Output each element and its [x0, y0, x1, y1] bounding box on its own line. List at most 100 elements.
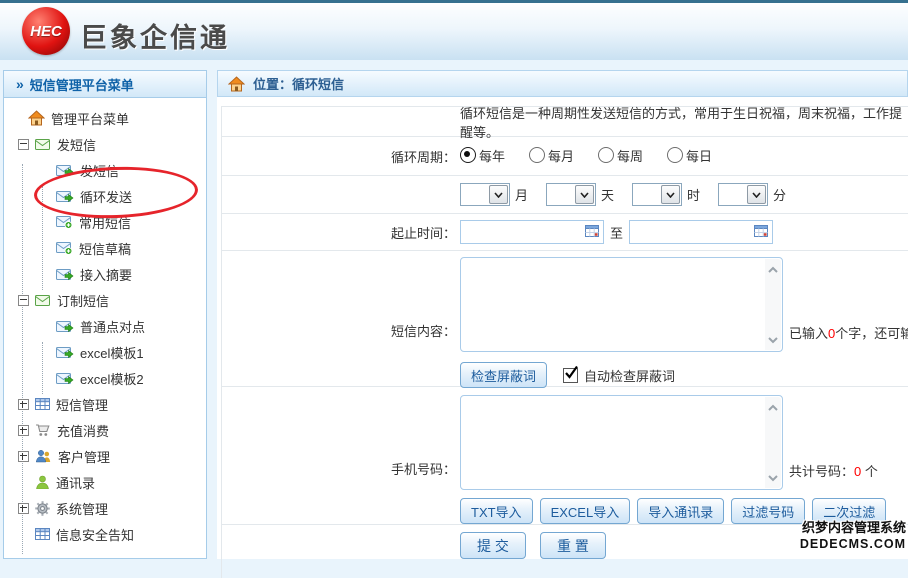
sidebar-item-label: 发短信	[57, 135, 96, 154]
sidebar-item[interactable]: 通讯录	[4, 469, 206, 495]
scroll-down-icon[interactable]	[767, 470, 779, 485]
textarea-scrollbar[interactable]	[765, 259, 781, 350]
app-header: HEC 巨象企信通	[0, 3, 908, 60]
scroll-up-icon[interactable]	[767, 262, 779, 277]
sidebar-item[interactable]: excel模板2	[4, 365, 206, 391]
time-unit-label: 时	[687, 185, 700, 204]
start-date-input[interactable]	[460, 220, 604, 244]
sidebar-item-label: 充值消费	[57, 421, 109, 440]
sidebar-tree: 管理平台菜单发短信发短信循环发送常用短信短信草稿接入摘要订制短信普通点对点exc…	[4, 98, 206, 547]
tree-plus-icon[interactable]	[18, 503, 29, 514]
checkmark-icon	[564, 365, 579, 380]
sidebar-item[interactable]: 发短信	[4, 131, 206, 157]
date-range-label: 起止时间：	[222, 223, 456, 242]
tree-minus-icon[interactable]	[18, 295, 29, 306]
sidebar-item-label: 短信管理	[56, 395, 108, 414]
breadcrumb: 位置：循环短信	[217, 70, 908, 97]
sidebar-item[interactable]: 信息安全告知	[4, 521, 206, 547]
calendar-icon[interactable]	[754, 224, 768, 240]
cycle-period-row: 循环周期： 每年每月每周每日	[222, 137, 908, 176]
envelope-arrow-icon	[56, 164, 74, 177]
sidebar-item[interactable]: 管理平台菜单	[4, 105, 206, 131]
sidebar-item[interactable]: 客户管理	[4, 443, 206, 469]
time-unit-label: 月	[515, 185, 528, 204]
radio-icon[interactable]	[598, 147, 614, 163]
filter-numbers-button[interactable]: 过滤号码	[731, 498, 805, 524]
scroll-up-icon[interactable]	[767, 400, 779, 415]
excel-import-button[interactable]: EXCEL导入	[540, 498, 631, 524]
sidebar-item-label: excel模板2	[80, 369, 144, 388]
envelope-plus-icon	[56, 215, 73, 229]
sidebar-item[interactable]: 充值消费	[4, 417, 206, 443]
time-select-1[interactable]	[460, 183, 510, 206]
submit-button[interactable]: 提 交	[460, 532, 526, 559]
users-icon	[35, 449, 52, 463]
import-contacts-button[interactable]: 导入通讯录	[637, 498, 724, 524]
sidebar-item-label: 通讯录	[56, 473, 95, 492]
envelope-plus-icon	[56, 241, 73, 255]
select-arrow-icon[interactable]	[661, 185, 680, 204]
radio-icon[interactable]	[667, 147, 683, 163]
sidebar-item[interactable]: excel模板1	[4, 339, 206, 365]
phone-numbers-row: 手机号码： 共计号码：0 个 TXT导入EXCEL导入导入通讯录过滤号码二次过滤	[222, 387, 908, 525]
envelope-icon	[35, 138, 51, 151]
radio-selected-icon[interactable]	[460, 147, 476, 163]
sidebar-item[interactable]: 短信管理	[4, 391, 206, 417]
sms-content-textarea[interactable]	[460, 257, 783, 352]
scroll-down-icon[interactable]	[767, 332, 779, 347]
table-icon	[35, 398, 50, 410]
intro-text: 循环短信是一种周期性发送短信的方式，常用于生日祝福，周末祝福，工作提醒等。	[460, 103, 908, 141]
sidebar-item[interactable]: 系统管理	[4, 495, 206, 521]
breadcrumb-label: 位置：循环短信	[253, 74, 344, 93]
time-select-3[interactable]	[632, 183, 682, 206]
txt-import-button[interactable]: TXT导入	[460, 498, 533, 524]
cycle-radio-1[interactable]: 每年	[460, 146, 505, 165]
time-select-4[interactable]	[718, 183, 768, 206]
end-date-input[interactable]	[629, 220, 773, 244]
select-arrow-icon[interactable]	[575, 185, 594, 204]
cycle-sms-form: 循环短信是一种周期性发送短信的方式，常用于生日祝福，周末祝福，工作提醒等。 循环…	[221, 106, 908, 578]
time-select-row: 月天时分	[222, 176, 908, 214]
sidebar-item[interactable]: 短信草稿	[4, 235, 206, 261]
time-select-2[interactable]	[546, 183, 596, 206]
reset-button[interactable]: 重 置	[540, 532, 606, 559]
hec-logo-icon: HEC	[22, 7, 70, 55]
date-range-row: 起止时间： 至	[222, 214, 908, 251]
check-blocked-words-button[interactable]: 检查屏蔽词	[460, 362, 547, 388]
radio-icon[interactable]	[529, 147, 545, 163]
sidebar-item-label: 管理平台菜单	[51, 109, 129, 128]
auto-check-checkbox[interactable]	[563, 368, 578, 383]
cycle-radio-2[interactable]: 每月	[529, 146, 574, 165]
cycle-radio-3[interactable]: 每周	[598, 146, 643, 165]
sidebar-item[interactable]: 发短信	[4, 157, 206, 183]
cycle-period-options: 每年 每月 每周 每日	[460, 146, 736, 167]
select-arrow-icon[interactable]	[747, 185, 766, 204]
cycle-radio-label: 每周	[617, 146, 643, 165]
cycle-radio-label: 每年	[479, 146, 505, 165]
envelope-arrow-icon	[56, 190, 74, 203]
cycle-radio-label: 每日	[686, 146, 712, 165]
select-arrow-icon[interactable]	[489, 185, 508, 204]
cycle-radio-4[interactable]: 每日	[667, 146, 712, 165]
sidebar-item[interactable]: 循环发送	[4, 183, 206, 209]
tree-plus-icon[interactable]	[18, 425, 29, 436]
home-icon	[228, 76, 245, 92]
tree-minus-icon[interactable]	[18, 139, 29, 150]
sidebar-item-label: 常用短信	[79, 213, 131, 232]
sidebar-item-label: 短信草稿	[79, 239, 131, 258]
sidebar-item[interactable]: 订制短信	[4, 287, 206, 313]
range-to-label: 至	[610, 223, 623, 242]
person-icon	[35, 475, 50, 489]
tree-plus-icon[interactable]	[18, 399, 29, 410]
sidebar-item[interactable]: 普通点对点	[4, 313, 206, 339]
sidebar-item-label: 系统管理	[56, 499, 108, 518]
sidebar-item[interactable]: 接入摘要	[4, 261, 206, 287]
sidebar-item[interactable]: 常用短信	[4, 209, 206, 235]
table-icon	[35, 528, 50, 540]
calendar-icon[interactable]	[585, 224, 599, 240]
phone-numbers-textarea[interactable]	[460, 395, 783, 490]
sidebar-item-label: 接入摘要	[80, 265, 132, 284]
envelope-arrow-icon	[56, 372, 74, 385]
tree-plus-icon[interactable]	[18, 451, 29, 462]
textarea-scrollbar[interactable]	[765, 397, 781, 488]
